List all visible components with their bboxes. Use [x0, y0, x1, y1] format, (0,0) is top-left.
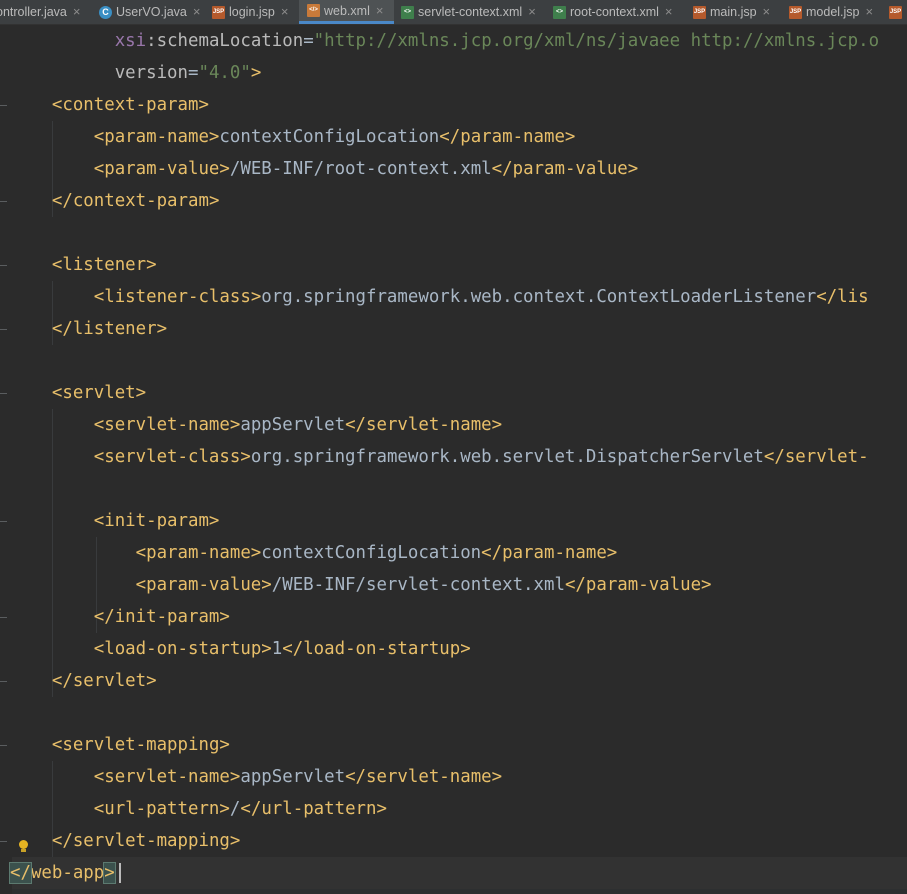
code-line-1: xsi:schemaLocation="http://xmlns.jcp.org…: [114, 31, 880, 51]
lightbulb-icon[interactable]: [18, 840, 29, 853]
fold-marker-icon[interactable]: [0, 261, 8, 270]
spring-xml-file-icon: <>: [553, 5, 566, 19]
code-line-21: </servlet>: [51, 671, 157, 691]
code-line-20: <load-on-startup>1</load-on-startup>: [93, 639, 471, 659]
tab-controller-java[interactable]: ontroller.java ×: [0, 0, 80, 24]
tab-label: model.jsp: [806, 5, 860, 19]
jsp-file-icon: JSP: [889, 5, 902, 19]
fold-marker-icon[interactable]: [0, 389, 8, 398]
code-line-16: <init-param>: [93, 511, 220, 531]
tab-web-xml[interactable]: </> web.xml ×: [299, 0, 394, 24]
tab-label: login.jsp: [229, 5, 275, 19]
fold-marker-icon[interactable]: [0, 677, 8, 686]
code-line-3: <context-param>: [51, 95, 209, 115]
tab-uservo-java[interactable]: C UserVO.java ×: [99, 0, 200, 24]
close-icon[interactable]: ×: [193, 0, 201, 24]
tab-login-jsp[interactable]: JSP login.jsp ×: [212, 0, 288, 24]
code-line-26: </servlet-mapping>: [51, 831, 241, 851]
close-icon[interactable]: ×: [376, 0, 384, 23]
close-icon[interactable]: ×: [763, 0, 771, 24]
fold-marker-icon[interactable]: [0, 517, 8, 526]
editor-tab-bar: ontroller.java × C UserVO.java × JSP log…: [0, 0, 907, 25]
fold-marker-icon[interactable]: [0, 101, 8, 110]
editor-bottom-edge: [0, 889, 907, 894]
jsp-file-icon: JSP: [693, 5, 706, 19]
tab-label: servlet-context.xml: [418, 5, 523, 19]
code-line-18: <param-value>/WEB-INF/servlet-context.xm…: [135, 575, 712, 595]
tab-root-context-xml[interactable]: <> root-context.xml ×: [553, 0, 673, 24]
tab-label: ontroller.java: [0, 5, 67, 19]
text-caret: [119, 863, 121, 883]
code-line-19: </init-param>: [93, 607, 230, 627]
tab-label: root-context.xml: [570, 5, 659, 19]
matched-brace: >: [103, 862, 116, 884]
fold-marker-icon[interactable]: [0, 197, 8, 206]
tab-label: main.jsp: [710, 5, 757, 19]
code-line-6: </context-param>: [51, 191, 220, 211]
code-line-9: <listener-class>org.springframework.web.…: [93, 287, 869, 307]
tab-overflow[interactable]: JSP: [889, 0, 906, 24]
code-line-5: <param-value>/WEB-INF/root-context.xml</…: [93, 159, 639, 179]
matched-brace: </: [9, 862, 32, 884]
tab-label: web.xml: [324, 3, 370, 18]
code-editor[interactable]: xsi:schemaLocation="http://xmlns.jcp.org…: [0, 25, 907, 894]
code-line-25: <url-pattern>/</url-pattern>: [93, 799, 387, 819]
java-class-icon: C: [99, 5, 112, 19]
code-line-27: </web-app>: [9, 862, 116, 884]
code-line-13: <servlet-name>appServlet</servlet-name>: [93, 415, 503, 435]
fold-marker-icon[interactable]: [0, 741, 8, 750]
close-icon[interactable]: ×: [665, 0, 673, 24]
tab-servlet-context-xml[interactable]: <> servlet-context.xml ×: [401, 0, 536, 24]
xml-file-icon: </>: [307, 4, 320, 17]
current-line-highlight: [0, 857, 907, 889]
code-line-10: </listener>: [51, 319, 168, 339]
fold-marker-icon[interactable]: [0, 613, 8, 622]
jsp-file-icon: JSP: [212, 5, 225, 19]
tab-model-jsp[interactable]: JSP model.jsp ×: [789, 0, 873, 24]
close-icon[interactable]: ×: [528, 0, 536, 24]
close-icon[interactable]: ×: [866, 0, 874, 24]
code-line-8: <listener>: [51, 255, 157, 275]
code-line-12: <servlet>: [51, 383, 147, 403]
code-line-4: <param-name>contextConfigLocation</param…: [93, 127, 576, 147]
code-line-24: <servlet-name>appServlet</servlet-name>: [93, 767, 503, 787]
fold-marker-icon[interactable]: [0, 837, 8, 846]
spring-xml-file-icon: <>: [401, 5, 414, 19]
close-icon[interactable]: ×: [73, 0, 81, 24]
tab-main-jsp[interactable]: JSP main.jsp ×: [693, 0, 770, 24]
code-line-17: <param-name>contextConfigLocation</param…: [135, 543, 618, 563]
code-line-2: version="4.0">: [114, 63, 262, 83]
code-line-14: <servlet-class>org.springframework.web.s…: [93, 447, 869, 467]
fold-marker-icon[interactable]: [0, 325, 8, 334]
jsp-file-icon: JSP: [789, 5, 802, 19]
close-icon[interactable]: ×: [281, 0, 289, 24]
code-line-23: <servlet-mapping>: [51, 735, 230, 755]
tab-label: UserVO.java: [116, 5, 187, 19]
